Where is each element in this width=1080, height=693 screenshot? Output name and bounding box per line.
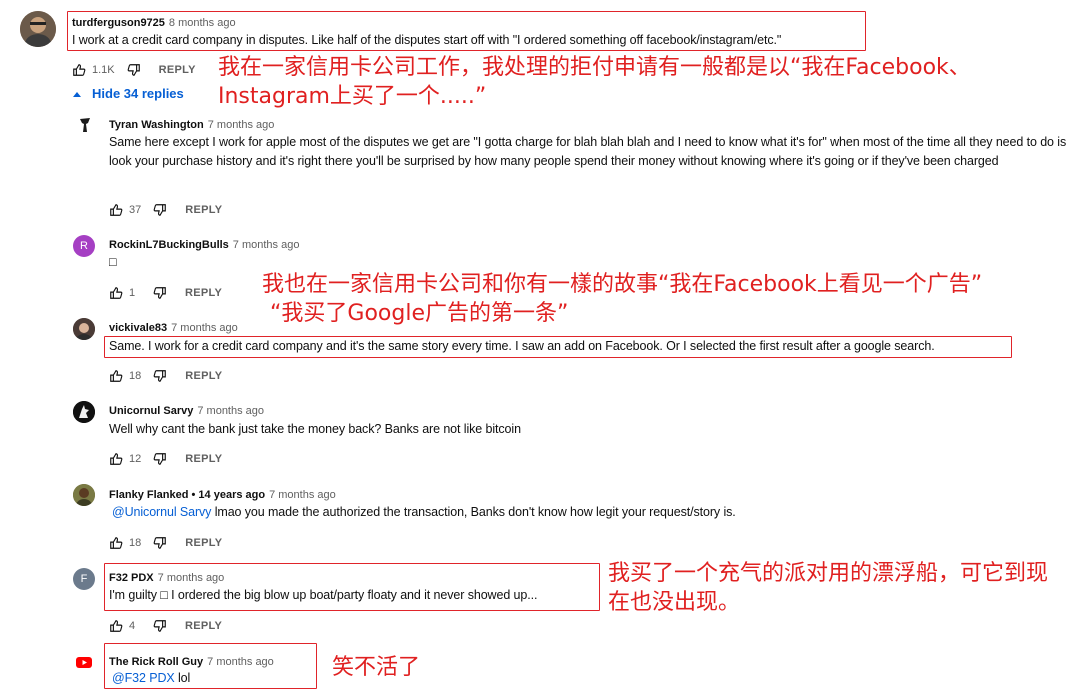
dislike-icon[interactable] xyxy=(153,452,167,466)
chevron-up-icon xyxy=(73,91,81,97)
dislike-icon[interactable] xyxy=(153,369,167,383)
comment-time[interactable]: 7 months ago xyxy=(207,656,274,668)
comment-text: □ xyxy=(109,255,117,269)
annotation-text: 在也没出现。 xyxy=(608,590,741,615)
dislike-icon[interactable] xyxy=(153,286,167,300)
comment-actions: 4 REPLY xyxy=(109,618,222,634)
annotation-text: 我买了一个充气的派对用的漂浮船，可它到现 xyxy=(608,561,1049,586)
mention-link[interactable]: @Unicornul Sarvy xyxy=(112,505,211,519)
reply-button[interactable]: REPLY xyxy=(185,453,222,465)
like-count: 18 xyxy=(129,537,142,549)
comment-author[interactable]: Tyran Washington xyxy=(109,119,204,131)
like-icon[interactable] xyxy=(72,63,86,77)
avatar[interactable]: R xyxy=(73,235,95,257)
comment-header: Tyran Washington 7 months ago xyxy=(109,115,274,133)
user-avatar-icon xyxy=(73,484,95,506)
dislike-icon[interactable] xyxy=(127,63,141,77)
like-count: 1 xyxy=(129,287,136,299)
hide-replies-button[interactable]: Hide 34 replies xyxy=(72,86,184,101)
annotation-text: 我也在一家信用卡公司和你有一樣的故事“我在Facebook上看见一个广告” xyxy=(262,272,983,297)
avatar[interactable]: F xyxy=(73,568,95,590)
comment-author[interactable]: turdferguson9725 xyxy=(72,17,165,29)
like-count: 4 xyxy=(129,620,136,632)
reply-button[interactable]: REPLY xyxy=(159,64,196,76)
like-count: 12 xyxy=(129,453,142,465)
user-avatar-icon xyxy=(73,318,95,340)
reply-button[interactable]: REPLY xyxy=(185,537,222,549)
comment-header: The Rick Roll Guy 7 months ago xyxy=(109,652,274,670)
comment-text: Well why cant the bank just take the mon… xyxy=(109,422,521,436)
comment-actions: 12 REPLY xyxy=(109,451,222,467)
comment-header: RockinL7BuckingBulls 7 months ago xyxy=(109,235,299,253)
youtube-logo-icon xyxy=(76,657,92,668)
user-avatar-icon xyxy=(80,118,90,132)
avatar[interactable] xyxy=(20,11,56,47)
avatar[interactable] xyxy=(73,401,95,423)
like-icon[interactable] xyxy=(109,203,123,217)
like-icon[interactable] xyxy=(109,452,123,466)
comment-author[interactable]: The Rick Roll Guy xyxy=(109,656,203,668)
comment-body: lmao you made the authorized the transac… xyxy=(211,505,736,519)
comment-time[interactable]: 8 months ago xyxy=(169,17,236,29)
comment-author[interactable]: F32 PDX xyxy=(109,572,154,584)
user-avatar-icon xyxy=(73,401,95,423)
comment-text: Same here except I work for apple most o… xyxy=(109,135,1067,168)
comment-actions: 18 REPLY xyxy=(109,368,222,384)
avatar[interactable] xyxy=(75,115,95,135)
dislike-icon[interactable] xyxy=(153,619,167,633)
annotation-text: Instagram上买了一个.....” xyxy=(218,84,487,109)
comment-header: Unicornul Sarvy 7 months ago xyxy=(109,401,264,419)
user-avatar-icon xyxy=(20,11,56,47)
reply-button[interactable]: REPLY xyxy=(185,204,222,216)
comment-actions: 1 REPLY xyxy=(109,285,222,301)
hide-replies-label: Hide 34 replies xyxy=(92,86,184,101)
comment-text: I work at a credit card company in dispu… xyxy=(72,33,782,47)
annotation-text: 笑不活了 xyxy=(332,655,421,680)
avatar[interactable] xyxy=(73,651,95,673)
comment-author[interactable]: vickivale83 xyxy=(109,322,167,334)
comment-author[interactable]: Flanky Flanked • 14 years ago xyxy=(109,489,265,501)
like-count: 18 xyxy=(129,370,142,382)
comment-time[interactable]: 7 months ago xyxy=(233,239,300,251)
comment-header: Flanky Flanked • 14 years ago 7 months ag… xyxy=(109,485,336,503)
comment-author[interactable]: Unicornul Sarvy xyxy=(109,405,193,417)
comment-author[interactable]: RockinL7BuckingBulls xyxy=(109,239,229,251)
comment-time[interactable]: 7 months ago xyxy=(208,119,275,131)
comment-body: lol xyxy=(174,671,191,685)
comment-actions: 37 REPLY xyxy=(109,202,222,218)
comment-text: I'm guilty □ I ordered the big blow up b… xyxy=(109,588,538,602)
avatar[interactable] xyxy=(73,484,95,506)
comment-actions: 18 REPLY xyxy=(109,535,222,551)
comment-text: Same. I work for a credit card company a… xyxy=(109,339,935,353)
comment-time[interactable]: 7 months ago xyxy=(269,489,336,501)
reply-button[interactable]: REPLY xyxy=(185,287,222,299)
comment-actions: 1.1K REPLY xyxy=(72,62,196,78)
like-icon[interactable] xyxy=(109,536,123,550)
reply-button[interactable]: REPLY xyxy=(185,370,222,382)
comment-text: @Unicornul Sarvy lmao you made the autho… xyxy=(112,503,736,522)
like-icon[interactable] xyxy=(109,619,123,633)
like-icon[interactable] xyxy=(109,369,123,383)
like-count: 37 xyxy=(129,204,142,216)
comment-header: turdferguson9725 8 months ago xyxy=(72,13,236,31)
avatar[interactable] xyxy=(73,318,95,340)
dislike-icon[interactable] xyxy=(153,536,167,550)
comment-header: vickivale83 7 months ago xyxy=(109,318,238,336)
comment-time[interactable]: 7 months ago xyxy=(197,405,264,417)
reply-button[interactable]: REPLY xyxy=(185,620,222,632)
comment-text: @F32 PDX lol xyxy=(112,669,190,688)
avatar-letter: F xyxy=(80,573,88,585)
annotation-text: “我买了Google广告的第一条” xyxy=(270,301,569,326)
like-icon[interactable] xyxy=(109,286,123,300)
like-count: 1.1K xyxy=(92,64,115,76)
avatar-letter: R xyxy=(80,240,88,252)
mention-link[interactable]: @F32 PDX xyxy=(112,671,175,685)
comment-time[interactable]: 7 months ago xyxy=(171,322,238,334)
comment-header: F32 PDX 7 months ago xyxy=(109,568,224,586)
dislike-icon[interactable] xyxy=(153,203,167,217)
comment-time[interactable]: 7 months ago xyxy=(158,572,225,584)
annotation-text: 我在一家信用卡公司工作，我处理的拒付申请有一般都是以“我在Facebook、 xyxy=(218,55,971,80)
